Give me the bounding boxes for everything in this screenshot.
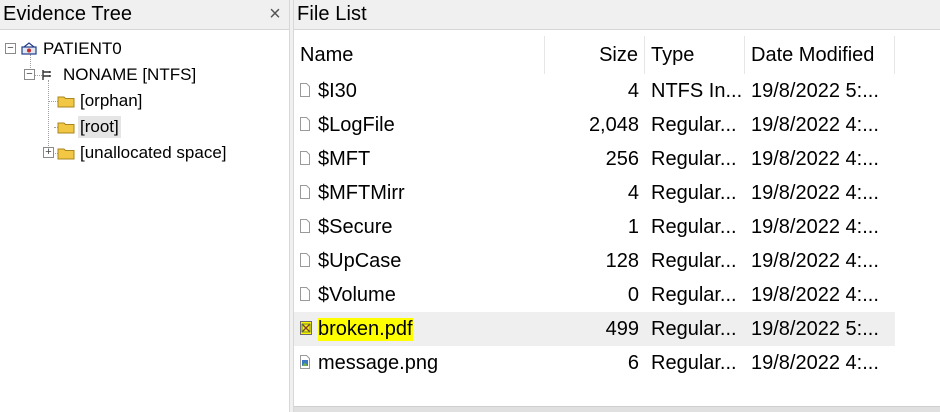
evidence-tree-pane: Evidence Tree × − PATIENT0 − NONAME [NTF… <box>0 0 290 412</box>
broken-file-icon <box>300 321 312 337</box>
file-icon <box>300 83 312 99</box>
table-row[interactable]: message.png 6 Regular... 19/8/2022 4:... <box>294 346 940 380</box>
file-date-modified: 19/8/2022 4:... <box>751 181 879 204</box>
file-size: 6 <box>627 351 639 374</box>
table-row[interactable]: $LogFile 2,048 Regular... 19/8/2022 4:..… <box>294 108 940 142</box>
file-list-header: File List <box>294 0 940 30</box>
file-name: $LogFile <box>318 113 395 136</box>
tree-node-noname-ntfs[interactable]: NONAME [NTFS] <box>38 63 198 87</box>
tree-node-label: [orphan] <box>80 91 143 110</box>
file-type: Regular... <box>651 283 737 306</box>
column-header-type[interactable]: Type <box>645 36 745 74</box>
file-name: message.png <box>318 351 439 374</box>
file-icon <box>300 287 312 303</box>
file-size: 256 <box>605 147 639 170</box>
file-icon <box>300 151 312 167</box>
file-name: broken.pdf <box>318 317 413 341</box>
column-header-size[interactable]: Size <box>545 36 645 74</box>
file-name: $UpCase <box>318 249 402 272</box>
file-icon <box>300 117 312 133</box>
file-type: Regular... <box>651 317 737 340</box>
file-name: $Secure <box>318 215 393 238</box>
evidence-tree: − PATIENT0 − NONAME [NTFS] [orphan] + [r… <box>0 30 289 412</box>
folder-icon <box>57 93 75 109</box>
file-date-modified: 19/8/2022 4:... <box>751 351 879 374</box>
file-date-modified: 19/8/2022 4:... <box>751 283 879 306</box>
file-size: 0 <box>627 283 639 306</box>
file-list-title: File List <box>297 3 367 25</box>
tree-expand-toggle[interactable]: + <box>43 147 54 158</box>
file-type: Regular... <box>651 249 737 272</box>
file-icon <box>300 219 312 235</box>
close-icon[interactable]: × <box>261 1 289 29</box>
file-size: 128 <box>605 249 639 272</box>
tree-node-label: PATIENT0 <box>43 39 122 58</box>
file-name: $Volume <box>318 283 396 306</box>
table-row[interactable]: $UpCase 128 Regular... 19/8/2022 4:... <box>294 244 940 278</box>
file-size: 4 <box>627 79 639 102</box>
table-row[interactable]: $I30 4 NTFS In... 19/8/2022 5:... <box>294 74 940 108</box>
horizontal-scrollbar[interactable] <box>294 406 940 412</box>
file-name: $MFT <box>318 147 371 170</box>
file-icon <box>300 253 312 269</box>
file-list-rows: $I30 4 NTFS In... 19/8/2022 5:... $LogFi… <box>294 74 940 380</box>
file-list-pane: File List Name Size Type Date Modified $… <box>293 0 940 412</box>
tree-node-root[interactable]: [root] <box>57 115 121 139</box>
evidence-drive-icon <box>20 41 38 57</box>
tree-collapse-toggle[interactable]: − <box>5 43 16 54</box>
table-row[interactable]: $MFTMirr 4 Regular... 19/8/2022 4:... <box>294 176 940 210</box>
tree-node-label: NONAME [NTFS] <box>63 65 197 84</box>
file-name: $I30 <box>318 79 357 102</box>
file-date-modified: 19/8/2022 5:... <box>751 79 879 102</box>
folder-icon <box>57 119 75 135</box>
table-row[interactable]: $Volume 0 Regular... 19/8/2022 4:... <box>294 278 940 312</box>
image-file-icon <box>300 355 312 371</box>
file-date-modified: 19/8/2022 4:... <box>751 113 879 136</box>
tree-node-patient0[interactable]: PATIENT0 <box>20 37 124 61</box>
tree-node-label: [root] <box>78 116 121 138</box>
partition-icon <box>38 67 56 83</box>
table-row-highlighted[interactable]: broken.pdf 499 Regular... 19/8/2022 5:..… <box>294 312 895 346</box>
file-size: 4 <box>627 181 639 204</box>
tree-collapse-toggle[interactable]: − <box>24 69 35 80</box>
file-size: 1 <box>627 215 639 238</box>
file-type: Regular... <box>651 351 737 374</box>
table-row[interactable]: $MFT 256 Regular... 19/8/2022 4:... <box>294 142 940 176</box>
folder-icon <box>57 145 75 161</box>
column-header-date-modified[interactable]: Date Modified <box>745 36 895 74</box>
tree-node-label: [unallocated space] <box>80 143 227 162</box>
file-list-column-headers: Name Size Type Date Modified <box>294 36 940 74</box>
file-date-modified: 19/8/2022 4:... <box>751 147 879 170</box>
file-name: $MFTMirr <box>318 181 405 204</box>
file-type: Regular... <box>651 215 737 238</box>
file-type: Regular... <box>651 181 737 204</box>
file-type: NTFS In... <box>651 79 743 102</box>
tree-node-unallocated-space[interactable]: [unallocated space] <box>57 141 229 165</box>
tree-node-orphan[interactable]: [orphan] <box>57 89 144 113</box>
file-date-modified: 19/8/2022 4:... <box>751 215 879 238</box>
file-icon <box>300 185 312 201</box>
file-date-modified: 19/8/2022 5:... <box>751 317 879 340</box>
evidence-tree-title: Evidence Tree <box>3 3 133 25</box>
file-date-modified: 19/8/2022 4:... <box>751 249 879 272</box>
file-size: 499 <box>605 317 639 340</box>
file-size: 2,048 <box>588 113 639 136</box>
column-header-name[interactable]: Name <box>294 36 545 74</box>
file-type: Regular... <box>651 147 737 170</box>
evidence-tree-header: Evidence Tree × <box>0 0 289 30</box>
tree-connector <box>48 80 49 156</box>
table-row[interactable]: $Secure 1 Regular... 19/8/2022 4:... <box>294 210 940 244</box>
file-type: Regular... <box>651 113 737 136</box>
